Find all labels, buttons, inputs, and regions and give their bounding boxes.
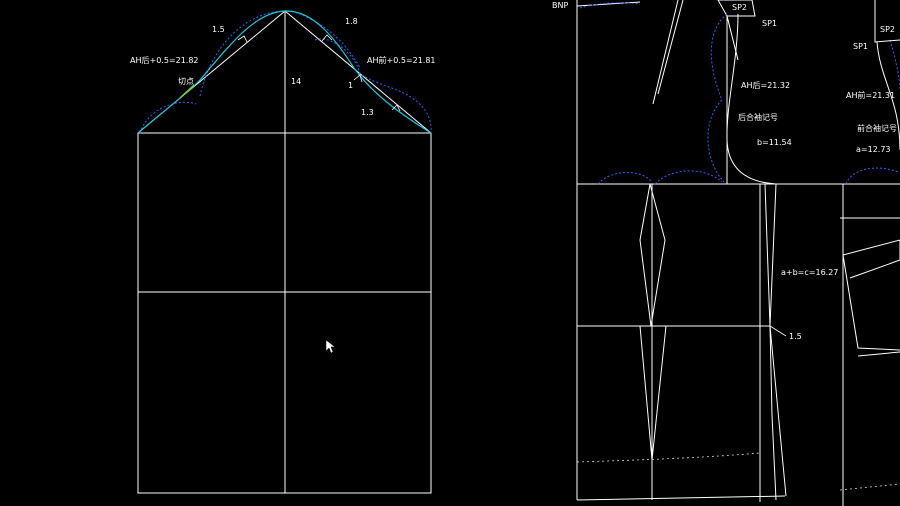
bodice-1-5-leader [769,325,787,337]
bodice-pattern: BNP SP2 SP1 SP2 SP1 AH后=21.32 AH前=21.31 … [552,0,900,506]
bodice-label-front-notch: 前合袖记号 [857,123,897,133]
bodice-label-back-notch: 后合袖记号 [738,112,778,122]
sleeve-pattern: 1.5 1.8 AH后+0.5=21.82 AH前+0.5=21.81 切点 1… [130,10,436,494]
bodice-back-shoulder-line [657,0,684,95]
mouse-pointer-icon [325,339,336,354]
sleeve-label-ah-back: AH后+0.5=21.82 [130,55,199,65]
bodice-label-b: b=11.54 [757,138,792,147]
sleeve-offset-marker-1-5 [237,35,248,43]
pattern-drafting-canvas[interactable]: 1.5 1.8 AH后+0.5=21.82 AH前+0.5=21.81 切点 1… [0,0,900,506]
sleeve-label-1-3: 1.3 [361,108,374,117]
bodice-label-sp2-left: SP2 [732,3,747,12]
bodice-back-waist-dotted [597,171,653,185]
sleeve-label-tangent-point: 切点 [178,77,194,86]
bodice-back-underarm-dotted [654,170,723,185]
bodice-sp2-marker-right [874,0,900,43]
sleeve-tangent-mark [179,84,195,99]
sleeve-back-construction-arc [139,101,197,134]
bodice-label-bnp: BNP [552,1,568,10]
bodice-back-yoke-line [726,15,739,61]
bodice-label-sp2-right: SP2 [880,25,895,34]
bodice-front-dart [842,239,900,279]
bodice-label-sp1-right: SP1 [853,42,868,51]
bodice-label-ah-front: AH前=21.31 [846,90,895,100]
sleeve-front-bias-line [284,10,432,134]
sleeve-label-1-8: 1.8 [345,17,358,26]
bodice-back-neck-line [576,1,641,7]
bodice-back-armhole-dotted [707,13,728,183]
bodice-back-shoulder-line-2 [652,0,679,105]
bodice-back-armhole-curve [726,13,777,185]
bodice-label-1-5: 1.5 [789,332,802,341]
bodice-front-dart-2 [842,254,900,351]
bodice-back-hem-line [576,495,786,501]
bodice-back-dart-lower [639,325,667,461]
bodice-front-armhole-dotted-2 [889,39,900,91]
bodice-label-abc: a+b=c=16.27 [781,268,838,277]
bodice-front-armhole-dotted [845,167,899,185]
sleeve-label-cap-height: 14 [291,77,301,86]
sleeve-label-ah-front: AH前+0.5=21.81 [367,55,436,65]
sleeve-label-1-5: 1.5 [212,25,225,34]
bodice-side-seam-front [769,183,787,497]
sleeve-label-1: 1 [348,81,353,90]
bodice-label-a: a=12.73 [856,145,891,154]
bodice-label-sp1-left: SP1 [762,19,777,28]
bodice-front-dart-3 [857,351,900,357]
bodice-front-hem-dotted [839,483,900,491]
bodice-label-ah-back: AH后=21.32 [741,80,790,90]
bodice-hem-dotted [576,452,761,463]
